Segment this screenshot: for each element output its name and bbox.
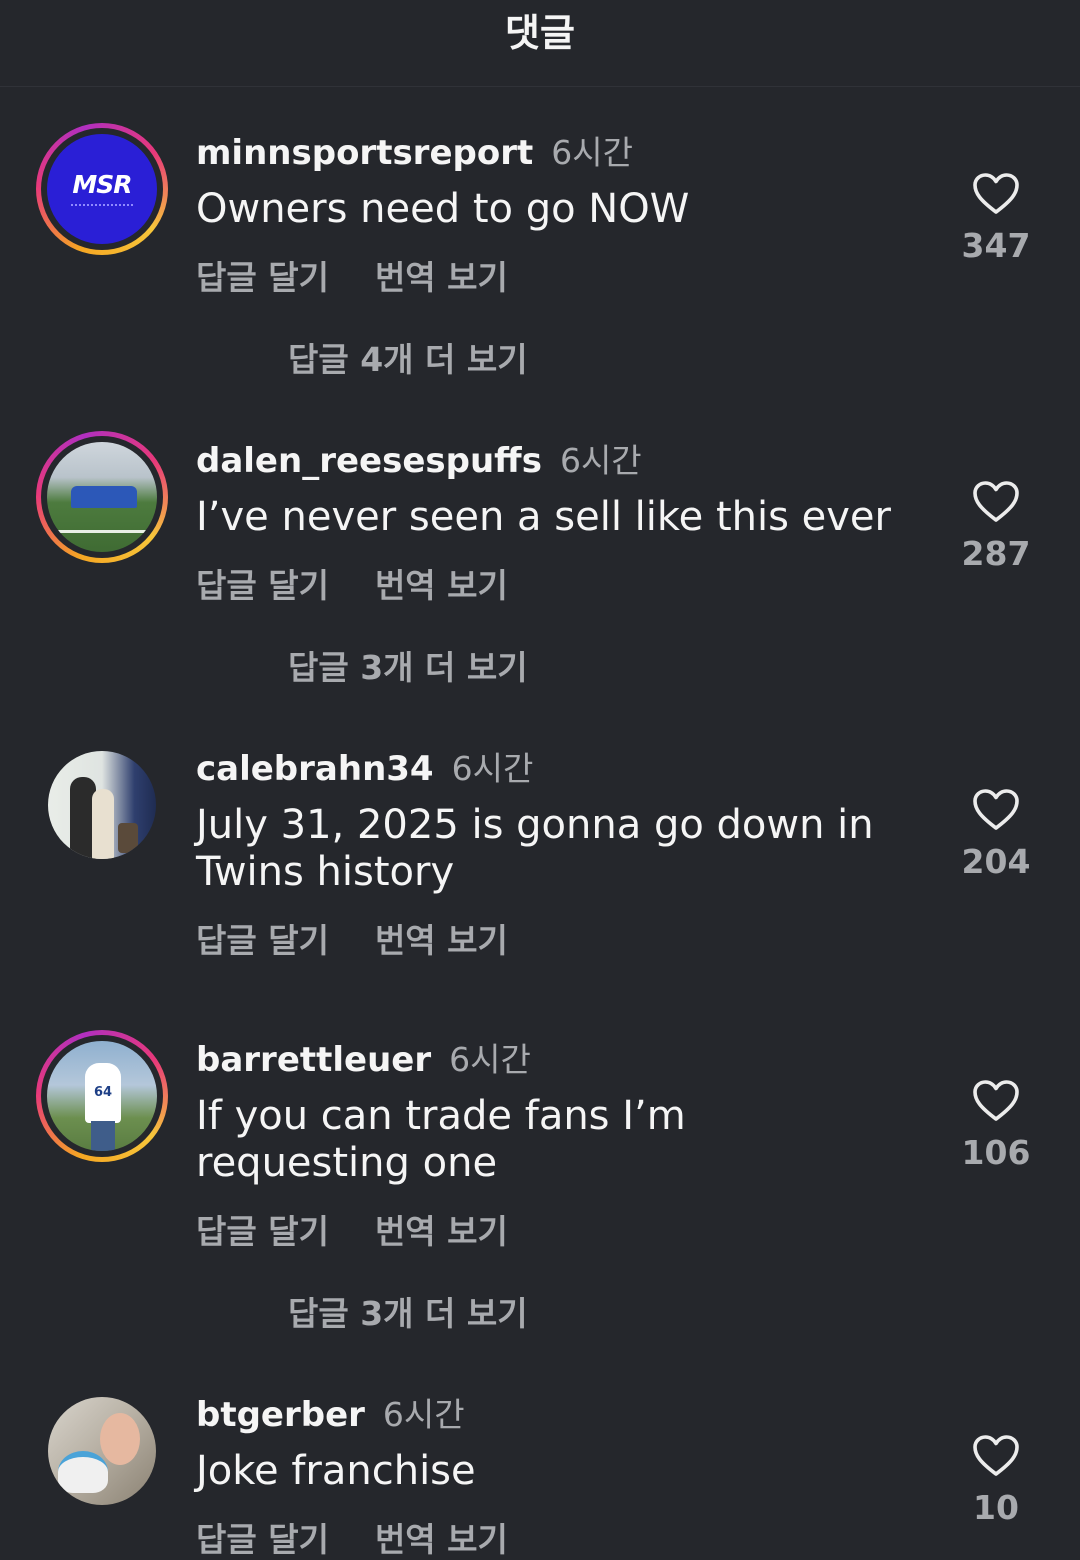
like-button[interactable]: 287 xyxy=(956,480,1036,573)
like-button[interactable]: 106 xyxy=(956,1079,1036,1172)
like-count: 10 xyxy=(973,1488,1019,1527)
comment-username[interactable]: calebrahn34 6시간 xyxy=(196,742,533,790)
like-button[interactable]: 10 xyxy=(956,1434,1036,1527)
translate-button[interactable]: 번역 보기 xyxy=(375,1212,508,1251)
view-more-replies[interactable]: 답글 3개 더 보기 xyxy=(288,1287,528,1335)
comment-text: I’ve never seen a sell like this ever xyxy=(196,494,891,540)
comment-username[interactable]: btgerber 6시간 xyxy=(196,1388,465,1436)
jersey-number: 64 xyxy=(93,1085,113,1100)
avatar[interactable]: 64 xyxy=(36,1030,168,1162)
reply-button[interactable]: 답글 달기 xyxy=(196,1520,329,1559)
comment-actions: 답글 달기 번역 보기 xyxy=(196,1513,508,1560)
like-button[interactable]: 204 xyxy=(956,788,1036,881)
reply-button[interactable]: 답글 달기 xyxy=(196,921,329,960)
like-button[interactable]: 347 xyxy=(956,172,1036,265)
heart-icon xyxy=(973,1435,1019,1476)
comment-actions: 답글 달기 번역 보기 xyxy=(196,559,508,607)
comment-username[interactable]: minnsportsreport 6시간 xyxy=(196,126,633,174)
view-more-replies[interactable]: 답글 4개 더 보기 xyxy=(288,333,528,381)
avatar[interactable] xyxy=(36,431,168,563)
comment-actions: 답글 달기 번역 보기 xyxy=(196,251,508,299)
heart-icon xyxy=(973,789,1019,830)
comment-text: July 31, 2025 is gonna go down in Twins … xyxy=(196,802,874,895)
comment-text: Joke franchise xyxy=(196,1448,476,1494)
comment-actions: 답글 달기 번역 보기 xyxy=(196,914,508,962)
like-count: 347 xyxy=(961,226,1031,265)
avatar[interactable]: MSR xyxy=(36,123,168,255)
translate-button[interactable]: 번역 보기 xyxy=(375,566,508,605)
comment-time: 6시간 xyxy=(551,133,633,172)
heart-icon xyxy=(973,173,1019,214)
reply-button[interactable]: 답글 달기 xyxy=(196,258,329,297)
reply-button[interactable]: 답글 달기 xyxy=(196,566,329,605)
like-count: 204 xyxy=(961,842,1031,881)
comment-time: 6시간 xyxy=(451,749,534,788)
view-more-replies[interactable]: 답글 3개 더 보기 xyxy=(288,641,528,689)
page-title: 댓글 xyxy=(505,11,575,55)
translate-button[interactable]: 번역 보기 xyxy=(375,258,508,297)
avatar[interactable] xyxy=(36,1385,168,1517)
comment-actions: 답글 달기 번역 보기 xyxy=(196,1205,508,1253)
comment-text: If you can trade fans I’m requesting one xyxy=(196,1093,686,1186)
translate-button[interactable]: 번역 보기 xyxy=(375,921,508,960)
avatar[interactable] xyxy=(36,739,168,871)
comment-username[interactable]: dalen_reesespuffs 6시간 xyxy=(196,434,642,482)
comment-time: 6시간 xyxy=(559,441,642,480)
comments-header: 댓글 xyxy=(0,0,1080,87)
like-count: 287 xyxy=(961,534,1031,573)
comment-username[interactable]: barrettleuer 6시간 xyxy=(196,1033,531,1081)
reply-button[interactable]: 답글 달기 xyxy=(196,1212,329,1251)
like-count: 106 xyxy=(961,1133,1031,1172)
comment-time: 6시간 xyxy=(382,1395,465,1434)
heart-icon xyxy=(973,481,1019,522)
comment-time: 6시간 xyxy=(449,1040,531,1079)
comment-text: Owners need to go NOW xyxy=(196,186,690,232)
translate-button[interactable]: 번역 보기 xyxy=(375,1520,508,1559)
heart-icon xyxy=(973,1080,1019,1121)
msr-logo: MSR xyxy=(72,170,132,199)
